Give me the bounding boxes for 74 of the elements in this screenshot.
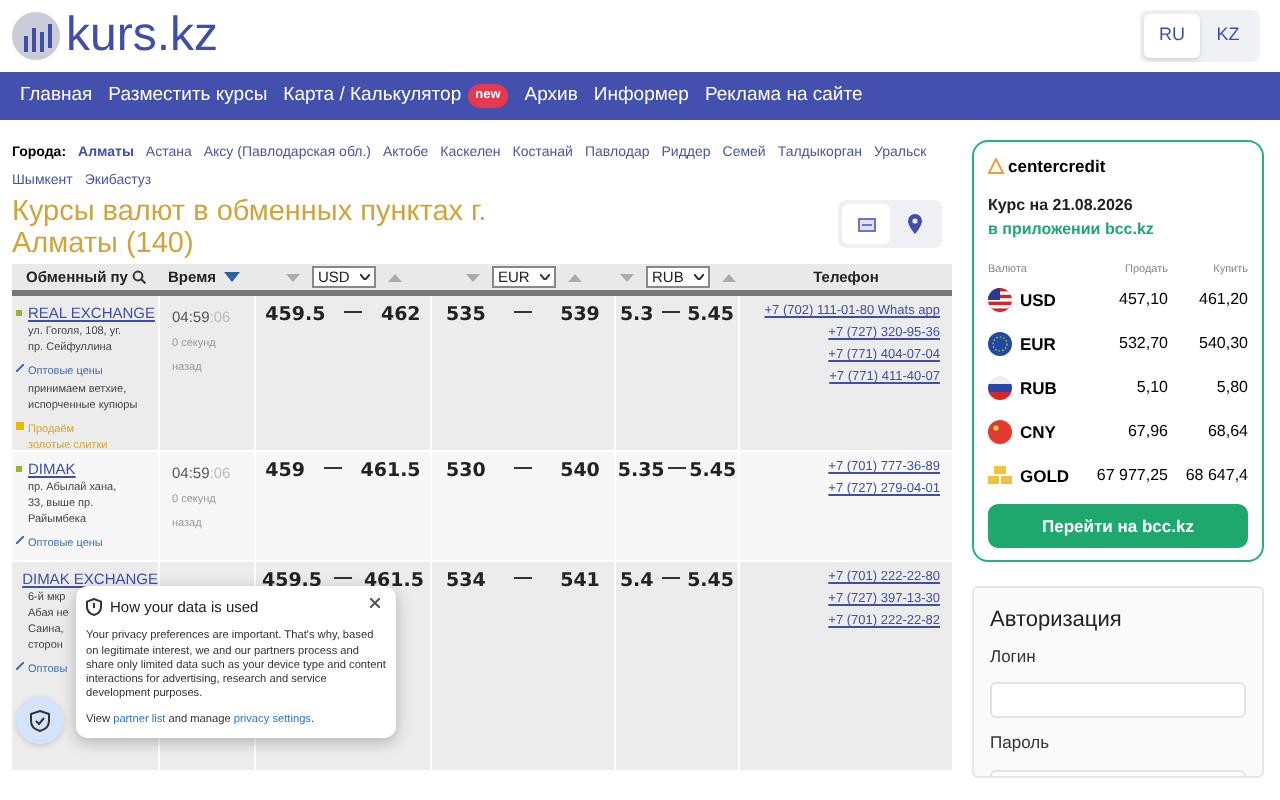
buy-rate: 461,20 [1197,288,1248,312]
close-icon[interactable] [370,598,380,608]
currency-code: RUB [1020,375,1057,401]
percent-icon [16,662,24,671]
buy-rate: 534 [446,568,486,596]
buy-rate: 5.35 [617,458,665,486]
sell-rate: 462 [380,302,421,330]
caret-icon [540,274,550,280]
currency-code: GOLD [1020,463,1070,489]
percent-icon [16,364,24,373]
app-subtitle: в приложении bcc.kz [988,217,1156,242]
logo-icon [12,12,60,60]
buy-rate: 5.3 [619,302,654,330]
sell-rate: 5.45 [687,568,735,596]
auth-title: Авторизация [990,606,1124,636]
sell-rate: 532,70 [1117,332,1168,356]
buy-rate: 459.5 [265,302,326,330]
flag-icon [988,376,1012,400]
bank-name: centercredit [1008,154,1106,180]
sort-down-icon[interactable] [224,272,240,282]
list-view-button[interactable] [842,204,890,244]
sell-rate: 5.45 [689,458,737,486]
buy-rate: 459 [265,458,306,486]
sort-up-icon[interactable] [722,273,736,281]
list-icon [857,217,875,231]
buy-rate: 459.5 [261,568,323,596]
sort-up-icon[interactable] [568,273,582,281]
sell-rate: 539 [560,302,600,330]
square-marker-icon [16,422,24,431]
currency-code: USD [1020,287,1056,313]
sell-rate: 67 977,25 [1094,464,1168,488]
bank-logo-icon [988,158,1004,175]
caret-icon [360,274,370,280]
logo-text[interactable]: kurs.kz [66,12,219,60]
nav-link[interactable]: Архив [524,81,578,111]
currency-code: EUR [1020,331,1056,357]
sell-rate: 461.5 [360,458,421,486]
search-icon[interactable] [131,270,146,284]
sell-rate: 67,96 [1125,420,1168,444]
page-title: Курсы валют в обменных пунктах г. Алматы (140) [12,196,489,260]
sell-rate: 5.45 [687,302,735,330]
buy-rate: 68 647,4 [1183,464,1248,488]
shield-check-icon [30,709,50,731]
field-label: Логин [990,643,1038,669]
language-button[interactable]: RU [1144,14,1200,58]
sort-up-icon[interactable] [388,273,402,281]
flag-icon [988,420,1012,444]
buy-rate: 540,30 [1197,332,1248,356]
input-field[interactable] [990,682,1246,719]
rate-date: Курс на 21.08.2026 [988,193,1135,218]
buy-rate: 530 [446,458,486,486]
nav-link[interactable]: Информер [593,81,689,111]
buy-rate: 5.4 [619,568,654,596]
sell-rate: 457,10 [1117,288,1168,312]
language-button[interactable]: KZ [1200,14,1256,58]
shield-icon [86,598,102,617]
sell-rate: 461.5 [363,568,424,596]
flag-icon [988,332,1012,356]
buy-rate: 535 [446,302,486,330]
buy-rate: 5,80 [1214,376,1248,400]
ingots-icon [988,466,1012,486]
field-label: Пароль [990,730,1051,756]
nav-link[interactable]: Главная [20,81,93,111]
buy-rate: 68,64 [1205,420,1248,444]
map-pin-icon [907,214,921,234]
sell-rate: 540 [560,458,600,486]
sell-rate: 541 [560,568,600,596]
currency-code: CNY [1020,419,1056,445]
nav-link[interactable]: Реклама на сайте [704,81,863,111]
percent-icon [16,536,24,545]
sell-rate: 5,10 [1134,376,1168,400]
flag-icon [988,288,1012,312]
nav-link[interactable]: Разместить курсы [108,81,268,111]
caret-icon [694,274,704,280]
